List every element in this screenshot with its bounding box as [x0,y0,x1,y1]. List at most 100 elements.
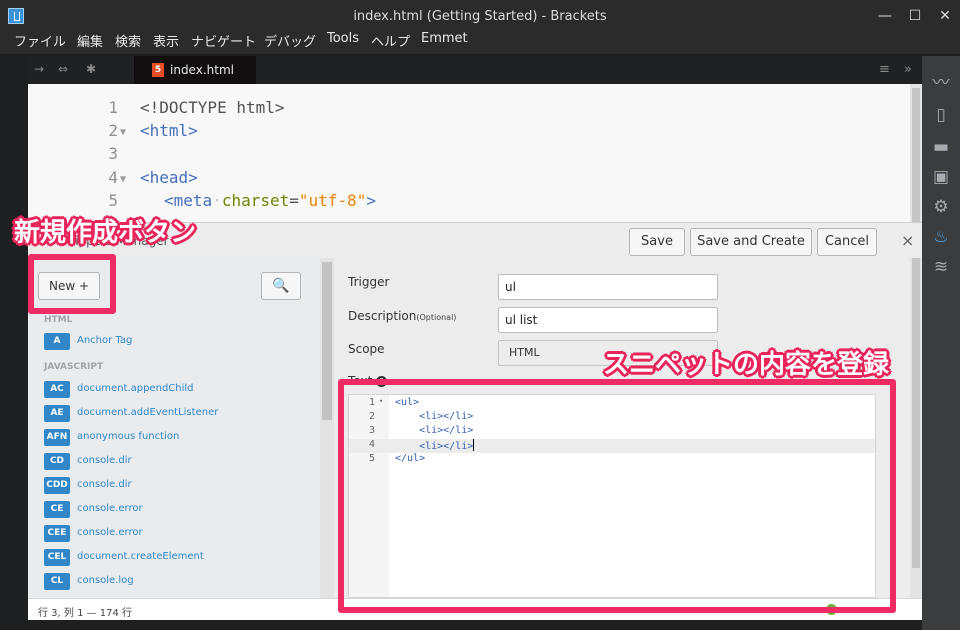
menu-emmet[interactable]: Emmet [421,31,468,46]
snippet-name: console.dir [77,455,132,466]
menu-help[interactable]: ヘルプ [371,31,410,50]
trigger-badge: AC [44,381,70,398]
split-view-icon[interactable]: ⇔ [58,62,68,76]
list-item[interactable]: CD console.dir [44,453,304,471]
code-text: <!DOCTYPE html> [140,98,285,117]
lightbulb-icon[interactable]: ♨ [929,226,953,248]
list-item[interactable]: AFN anonymous function [44,429,304,447]
code-line: 2 ▼ <html> [28,121,910,144]
window-title: index.html (Getting Started) - Brackets [353,9,607,24]
trigger-badge: CL [44,573,70,590]
editor-scrollbar[interactable] [910,84,922,604]
list-item[interactable]: CDD console.dir [44,477,304,495]
menu-lines-icon[interactable]: ≡ [879,62,890,77]
gear-icon[interactable]: ✱ [86,62,96,76]
menu-view[interactable]: 表示 [153,31,179,50]
trigger-badge: CDD [44,477,70,494]
close-icon[interactable]: × [901,231,914,250]
list-scroll-thumb[interactable] [322,262,332,420]
trigger-badge: AE [44,405,70,422]
menu-debug[interactable]: デバッグ [264,31,316,50]
trigger-badge: A [44,333,70,350]
extensions-icon[interactable]: ▬ [929,136,953,158]
snippet-name: anonymous function [77,431,180,442]
meta-attr: charset [221,191,290,210]
list-item[interactable]: CEE console.error [44,525,304,543]
code-text: <html> [140,121,198,140]
minimize-button[interactable]: — [870,6,900,26]
list-item[interactable]: CE console.error [44,501,304,519]
search-icon: 🔍 [272,278,290,294]
snippet-name: Anchor Tag [77,335,133,346]
search-button[interactable]: 🔍 [261,272,301,300]
trigger-badge: CD [44,453,70,470]
category-html: HTML [44,315,73,325]
code-line: 4 ▼ <head> [28,168,910,191]
fold-arrow-icon[interactable]: ▼ [120,127,126,138]
settings-gears-icon[interactable]: ⚙ [929,196,953,218]
snippet-name: document.addEventListener [77,407,219,418]
snippet-name: console.dir [77,479,132,490]
menu-find[interactable]: 検索 [115,31,141,50]
close-window-button[interactable]: ✕ [930,6,960,26]
right-toolbar: 〰 ▯ ▬ ▣ ⚙ ♨ ≋ [922,56,960,630]
code-text: <meta·charset="utf-8"> [164,191,376,210]
description-label-text: Description [348,309,417,323]
save-button[interactable]: Save [629,228,685,256]
title-bar: index.html (Getting Started) - Brackets … [0,0,960,34]
optional-note: (Optional) [416,313,457,322]
code-editor[interactable]: 1 <!DOCTYPE html> 2 ▼ <html> 3 4 ▼ <head… [28,84,910,224]
file-icon[interactable]: ▯ [929,104,953,126]
list-item[interactable]: AE document.addEventListener [44,405,304,423]
snippet-name: document.appendChild [77,383,194,394]
code-line: 3 [28,144,910,167]
trigger-badge: CE [44,501,70,518]
trigger-badge: CEE [44,525,70,542]
trigger-input[interactable]: ul [498,274,718,300]
layers-icon[interactable]: ≋ [929,256,953,278]
description-label: Description(Optional) [348,309,456,323]
live-preview-icon[interactable]: 〰 [929,72,953,94]
menu-tools[interactable]: Tools [327,31,359,46]
code-text: <head> [140,168,198,187]
snippet-name: console.error [77,503,143,514]
snippet-name: console.log [77,575,134,586]
scope-label: Scope [348,342,385,356]
annotation-content-note: スニペットの内容を登録 [603,350,890,380]
cancel-button[interactable]: Cancel [817,228,877,256]
left-gutter [0,56,28,630]
maximize-button[interactable]: ☐ [900,6,930,26]
brackets-window: index.html (Getting Started) - Brackets … [0,0,960,630]
tab-label: index.html [170,63,234,77]
terminal-icon[interactable]: ▣ [929,166,953,188]
code-line: 5 <meta·charset="utf-8"> [28,191,910,214]
menu-file[interactable]: ファイル [14,31,66,50]
bottom-strip [28,620,922,630]
list-item[interactable]: CL console.log [44,573,304,591]
list-scrollbar[interactable] [320,258,334,598]
tab-index-html[interactable]: 5 index.html [134,56,256,84]
meta-tag: <meta [164,191,213,210]
arrow-right-icon[interactable]: → [34,62,44,76]
tab-bar: → ⇔ ✱ 5 index.html ≡ » [28,56,922,84]
double-chevron-right-icon[interactable]: » [904,62,912,77]
snippet-name: document.createElement [77,551,204,562]
list-item[interactable]: A Anchor Tag [44,333,304,351]
description-input[interactable]: ul list [498,307,718,333]
save-and-create-button[interactable]: Save and Create [690,228,812,256]
category-javascript: JAVASCRIPT [44,362,104,372]
menu-bar: ファイル 編集 検索 表示 ナビゲート デバッグ Tools ヘルプ Emmet [0,30,960,54]
line-number: 4 [108,168,118,187]
code-line: 1 <!DOCTYPE html> [28,98,910,121]
trigger-label: Trigger [348,275,390,289]
line-number: 2 [108,121,118,140]
list-item[interactable]: CEL document.createElement [44,549,304,567]
list-item[interactable]: AC document.appendChild [44,381,304,399]
annotation-box-text-editor [338,379,896,613]
menu-edit[interactable]: 編集 [77,31,103,50]
annotation-new-button-note: 新規作成ボタン [14,218,197,248]
editor-scroll-thumb[interactable] [912,88,920,568]
fold-arrow-icon[interactable]: ▼ [120,174,126,185]
menu-navigate[interactable]: ナビゲート [191,31,256,50]
meta-value: "utf-8" [298,191,367,210]
